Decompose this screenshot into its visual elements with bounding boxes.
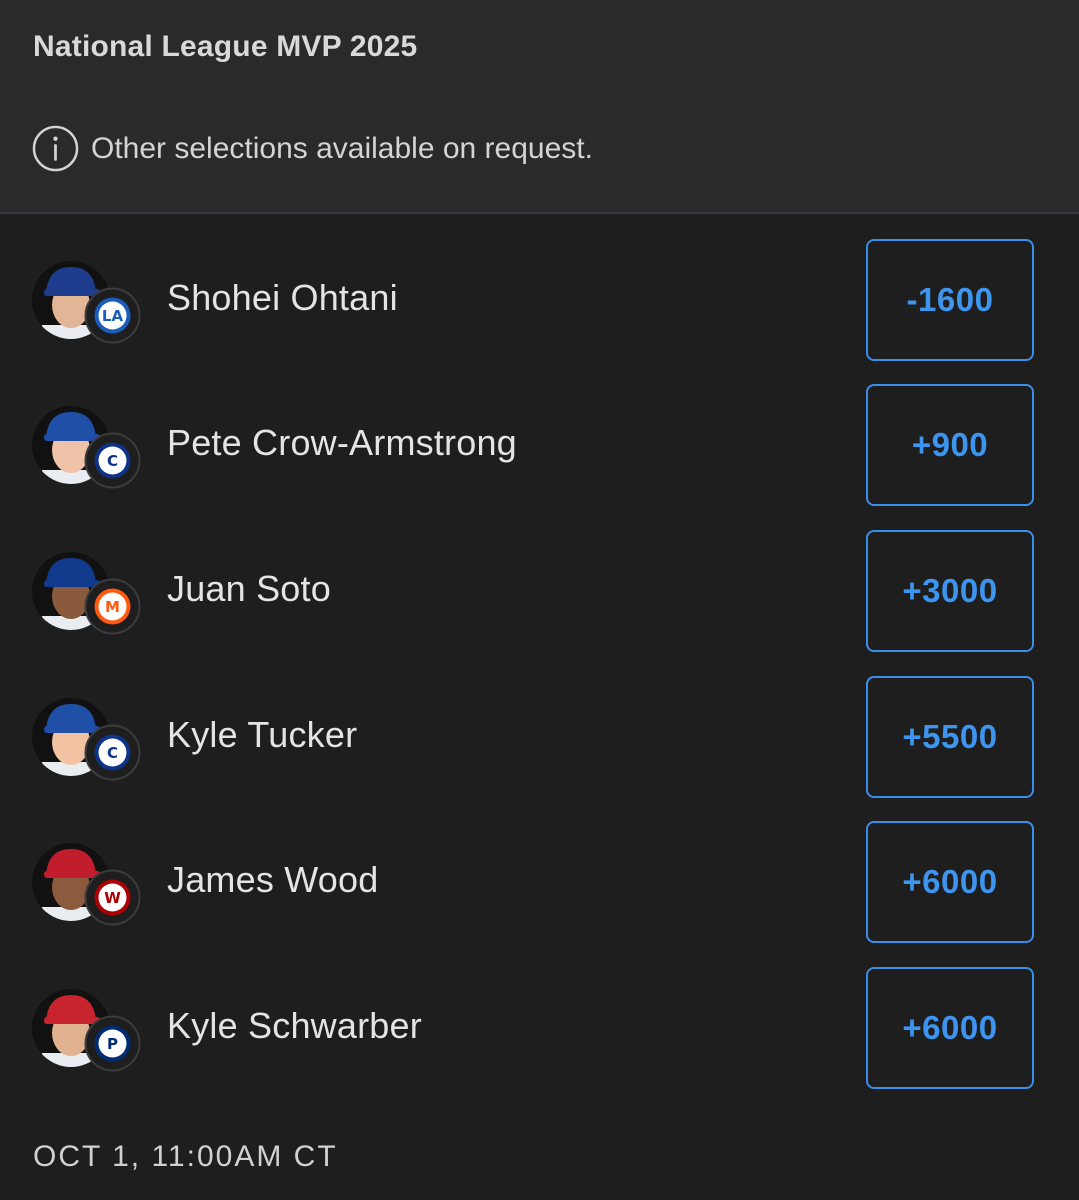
info-circle-icon (32, 125, 79, 172)
svg-text:W: W (104, 889, 121, 907)
selection-row: W James Wood +6000 (0, 821, 1079, 943)
team-logo-icon: LA (84, 287, 141, 344)
selection-row: M Juan Soto +3000 (0, 530, 1079, 652)
svg-text:C: C (107, 744, 118, 762)
event-time: OCT 1, 11:00AM CT (33, 1140, 338, 1173)
market-header: National League MVP 2025 Other selection… (0, 0, 1079, 214)
svg-text:C: C (107, 452, 118, 470)
team-logo-icon: P (84, 1015, 141, 1072)
selection-row: C Pete Crow-Armstrong +900 (0, 384, 1079, 506)
odds-button[interactable]: +6000 (866, 967, 1034, 1089)
team-logo-icon: M (84, 578, 141, 635)
player-name: Kyle Tucker (167, 714, 358, 755)
team-logo-icon: W (84, 869, 141, 926)
odds-button[interactable]: +6000 (866, 821, 1034, 943)
svg-text:M: M (105, 598, 120, 616)
info-notice: Other selections available on request. (32, 125, 593, 172)
odds-button[interactable]: +5500 (866, 676, 1034, 798)
svg-text:LA: LA (102, 307, 124, 325)
selection-row: C Kyle Tucker +5500 (0, 676, 1079, 798)
team-logo-icon: C (84, 724, 141, 781)
player-name: James Wood (167, 859, 379, 900)
svg-text:P: P (107, 1035, 118, 1053)
odds-button[interactable]: +900 (866, 384, 1034, 506)
player-name: Pete Crow-Armstrong (167, 422, 517, 463)
market-title: National League MVP 2025 (33, 30, 418, 63)
player-name: Kyle Schwarber (167, 1005, 422, 1046)
selection-row: LA Shohei Ohtani -1600 (0, 239, 1079, 361)
selection-row: P Kyle Schwarber +6000 (0, 967, 1079, 1089)
player-name: Juan Soto (167, 568, 331, 609)
odds-button[interactable]: +3000 (866, 530, 1034, 652)
team-logo-icon: C (84, 432, 141, 489)
odds-button[interactable]: -1600 (866, 239, 1034, 361)
info-text: Other selections available on request. (91, 131, 593, 165)
player-name: Shohei Ohtani (167, 277, 398, 318)
